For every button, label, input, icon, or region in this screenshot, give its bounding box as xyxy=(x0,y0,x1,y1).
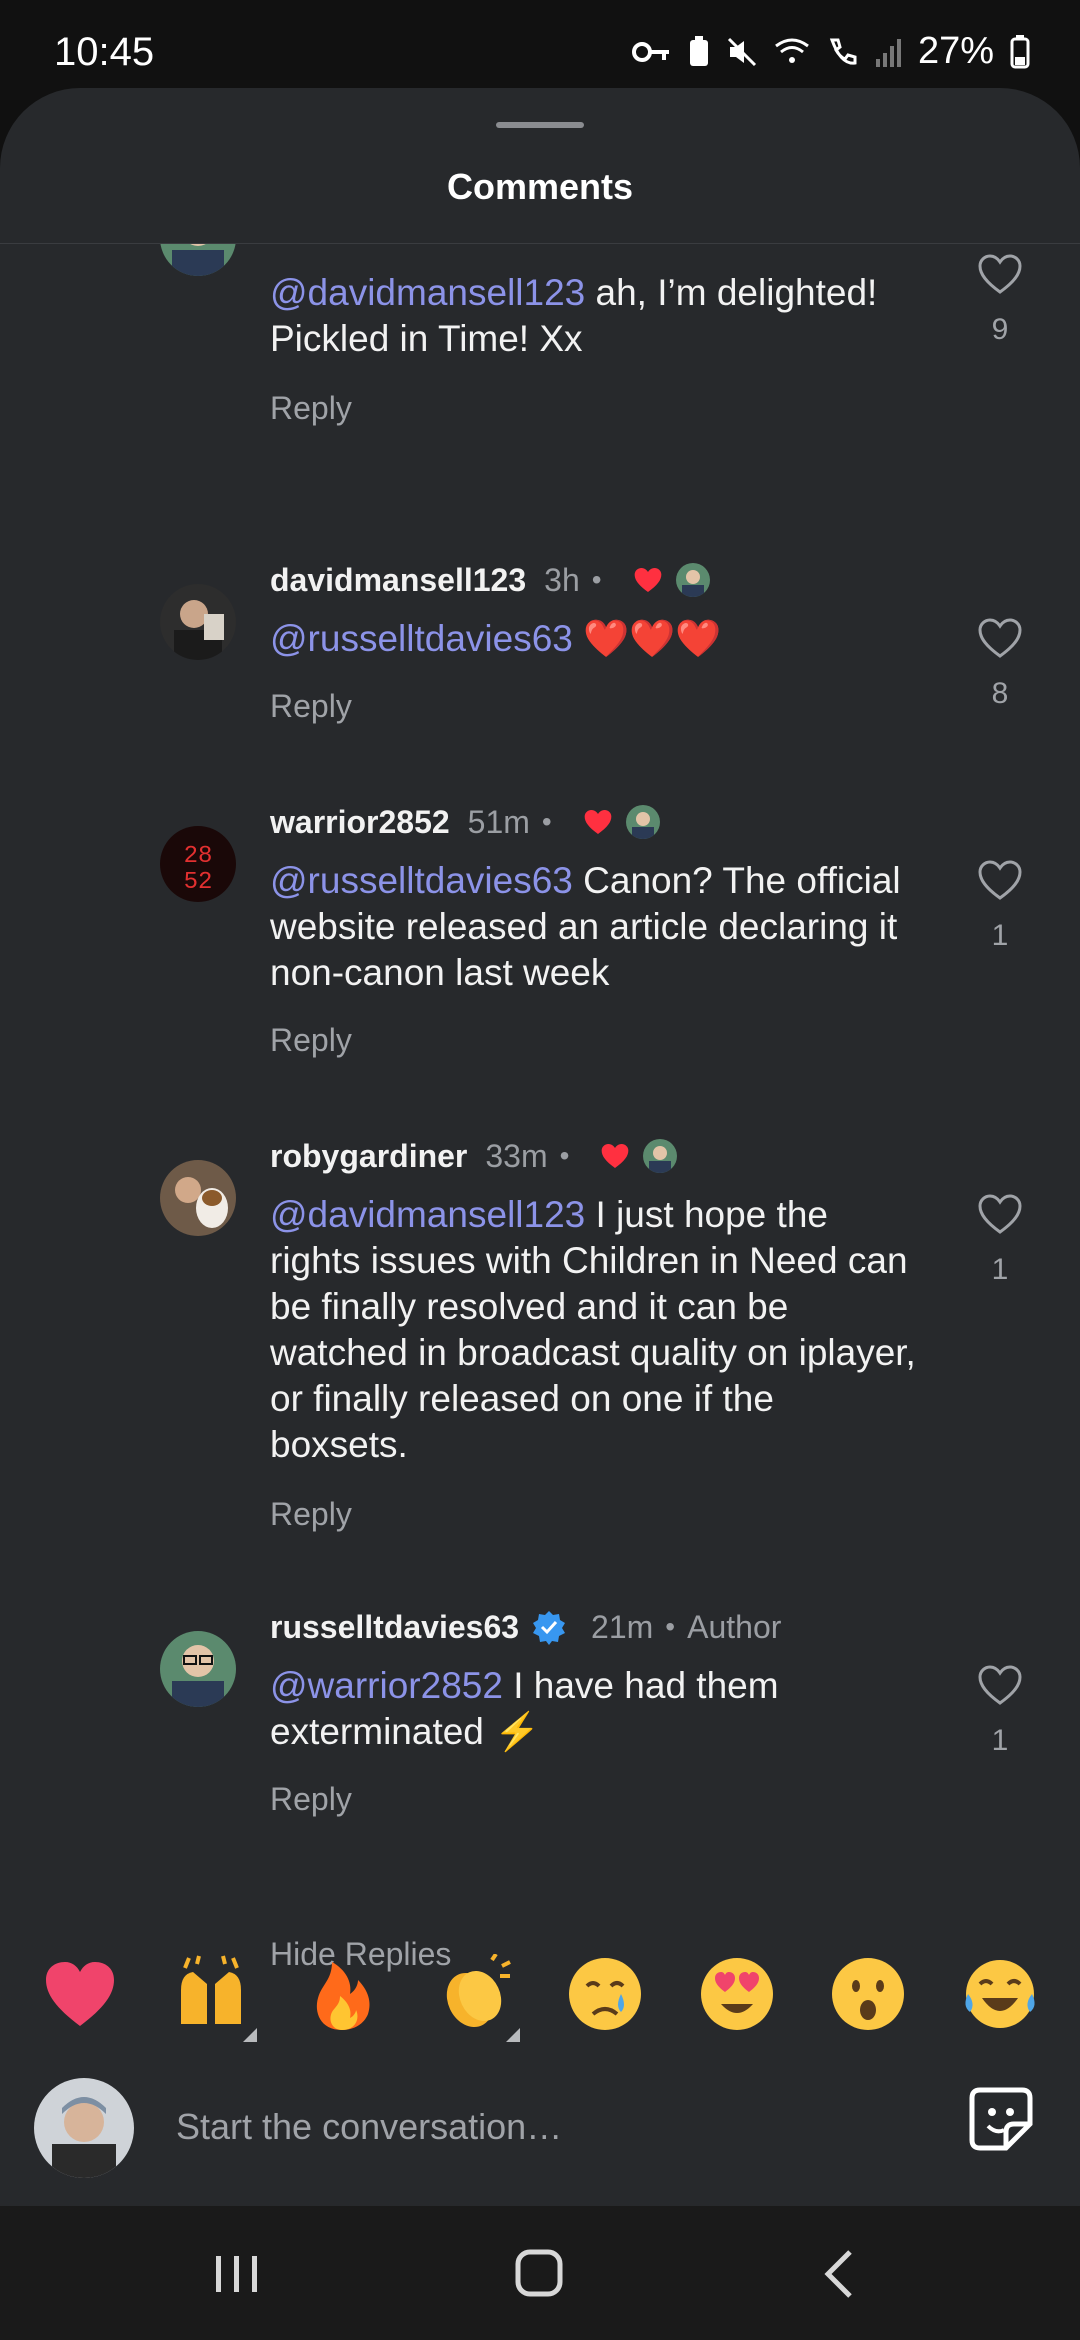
comment-header: robygardiner 33m • xyxy=(270,1134,678,1178)
battery-percent: 27% xyxy=(917,30,994,72)
username[interactable]: warrior2852 xyxy=(270,804,450,841)
crying-face-emoji[interactable] xyxy=(565,1954,645,2034)
vpn-key-icon xyxy=(631,41,669,62)
battery-icon xyxy=(1010,34,1030,68)
comments-list[interactable]: @davidmansell123 ah, I’m delighted! Pick… xyxy=(0,244,1080,2014)
user-avatar xyxy=(34,2078,134,2178)
sticker-icon[interactable] xyxy=(966,2084,1036,2154)
status-icons: 27% xyxy=(631,30,1030,73)
comment-body: @davidmansell123 I just hope the rights … xyxy=(270,1194,916,1465)
heart-outline-icon[interactable] xyxy=(976,1192,1024,1236)
comment-body: @warrior2852 I have had them exterminate… xyxy=(270,1665,779,1752)
timestamp: 33m xyxy=(485,1137,548,1174)
heart-outline-icon[interactable] xyxy=(976,858,1024,902)
wifi-icon xyxy=(775,38,809,63)
back-icon[interactable] xyxy=(806,2246,876,2302)
reply-button[interactable]: Reply xyxy=(270,688,352,725)
comment-header: warrior2852 51m • xyxy=(270,800,660,844)
heart-filled-icon xyxy=(634,568,661,592)
comment-body: @russelltdavies63 Canon? The official we… xyxy=(270,860,901,993)
like-control[interactable]: 9 xyxy=(960,252,1040,347)
like-count: 9 xyxy=(991,313,1009,346)
mention-link[interactable]: @davidmansell123 xyxy=(270,272,585,313)
separator-dot: • xyxy=(591,564,602,595)
reply-button[interactable]: Reply xyxy=(270,1781,352,1818)
separator-dot: • xyxy=(665,1611,676,1642)
sheet-title: Comments xyxy=(446,166,634,207)
timestamp: 3h xyxy=(544,561,580,598)
comments-sheet: Comments @davidmansell123 ah, I’m deligh… xyxy=(0,88,1080,2206)
author-label: Author xyxy=(687,1608,782,1645)
svg-text:52: 52 xyxy=(184,869,213,896)
avatar[interactable] xyxy=(160,1631,236,1707)
like-count: 1 xyxy=(991,919,1009,952)
comment-composer xyxy=(0,2066,1080,2206)
comment-body: @davidmansell123 ah, I’m delighted! Pick… xyxy=(270,272,878,359)
separator-dot: • xyxy=(559,1140,570,1171)
like-count: 1 xyxy=(991,1724,1009,1757)
comment-header: davidmansell123 3h • xyxy=(270,558,710,602)
creator-avatar xyxy=(675,563,710,597)
timestamp: 21m xyxy=(591,1608,654,1645)
clapping-hands-emoji[interactable] xyxy=(434,1952,520,2042)
emoji-reaction-bar xyxy=(0,1926,1080,2066)
comment-body: @russelltdavies63 ❤️❤️❤️ xyxy=(270,618,722,659)
laughing-tears-emoji[interactable] xyxy=(960,1954,1040,2034)
username[interactable]: russelltdavies63 xyxy=(270,1609,519,1646)
creator-avatar xyxy=(643,1139,678,1173)
heart-eyes-emoji[interactable] xyxy=(697,1954,777,2034)
creator-avatar xyxy=(625,805,660,839)
comment-input[interactable] xyxy=(174,2096,958,2158)
heart-outline-icon[interactable] xyxy=(976,1663,1024,1707)
separator-dot: • xyxy=(541,806,552,837)
heart-filled-icon xyxy=(602,1144,629,1168)
heart-filled-icon xyxy=(584,810,612,834)
mention-link[interactable]: @warrior2852 xyxy=(270,1665,503,1706)
variant-indicator xyxy=(506,2028,520,2042)
timestamp: 51m xyxy=(467,803,530,840)
username[interactable]: robygardiner xyxy=(270,1138,467,1175)
mute-icon xyxy=(727,37,756,66)
like-control[interactable]: 1 xyxy=(960,1192,1040,1287)
avatar[interactable] xyxy=(160,244,236,276)
svg-text:28: 28 xyxy=(184,843,213,870)
avatar[interactable]: 28 52 xyxy=(160,826,236,902)
heart-emoji[interactable] xyxy=(40,1954,120,2034)
avatar[interactable] xyxy=(160,1160,236,1236)
battery-saver-icon xyxy=(689,35,708,66)
heart-outline-icon[interactable] xyxy=(976,616,1024,660)
variant-indicator xyxy=(243,2028,257,2042)
mention-link[interactable]: @russelltdavies63 xyxy=(270,860,573,901)
status-time: 10:45 xyxy=(54,30,155,74)
like-count: 8 xyxy=(991,677,1009,710)
reply-button[interactable]: Reply xyxy=(270,390,352,427)
status-bar: 10:45 27% xyxy=(0,0,1080,100)
like-control[interactable]: 1 xyxy=(960,858,1040,953)
avatar[interactable] xyxy=(160,584,236,660)
comment-header: russelltdavies63 21m • Author xyxy=(270,1605,781,1649)
like-count: 1 xyxy=(991,1253,1009,1286)
like-control[interactable]: 8 xyxy=(960,616,1040,711)
surprised-face-emoji[interactable] xyxy=(828,1954,908,2034)
like-control[interactable]: 1 xyxy=(960,1663,1040,1758)
heart-outline-icon[interactable] xyxy=(976,252,1024,296)
drag-handle[interactable] xyxy=(496,122,584,128)
home-icon[interactable] xyxy=(504,2246,574,2302)
system-nav-bar xyxy=(0,2206,1080,2340)
verified-badge-icon xyxy=(533,1611,566,1645)
raised-hands-emoji[interactable] xyxy=(171,1954,257,2042)
reply-button[interactable]: Reply xyxy=(270,1496,352,1533)
mention-link[interactable]: @russelltdavies63 xyxy=(270,618,573,659)
recents-icon[interactable] xyxy=(202,2246,272,2302)
signal-icon xyxy=(875,38,901,67)
wifi-calling-icon xyxy=(829,38,857,65)
reply-button[interactable]: Reply xyxy=(270,1022,352,1059)
username[interactable]: davidmansell123 xyxy=(270,562,526,599)
mention-link[interactable]: @davidmansell123 xyxy=(270,1194,585,1235)
fire-emoji[interactable] xyxy=(302,1954,382,2034)
